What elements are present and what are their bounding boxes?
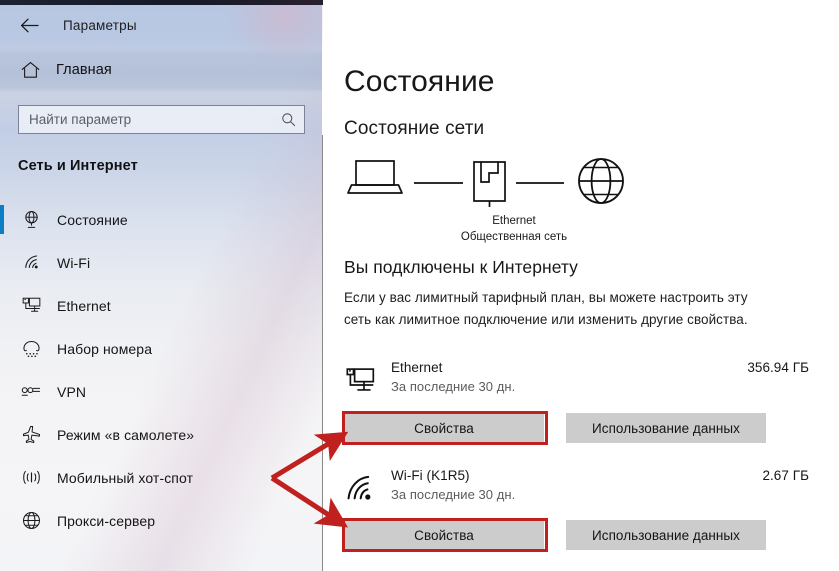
sidebar-nav: Состояние Wi-Fi Ethernet Набор номера VP… [0, 198, 322, 542]
selection-indicator [0, 291, 4, 320]
wifi-icon [17, 254, 45, 271]
network-usage: 2.67 ГБ [762, 468, 809, 483]
hotspot-icon [17, 469, 45, 486]
sidebar-item-status[interactable]: Состояние [0, 198, 322, 241]
connection-status-description: Если у вас лимитный тарифный план, вы мо… [344, 290, 748, 327]
search-icon[interactable] [278, 112, 298, 127]
search-input[interactable] [29, 112, 278, 127]
laptop-icon [347, 160, 403, 194]
globe-icon [578, 158, 624, 204]
network-diagram-graphic [347, 158, 624, 207]
selection-indicator [0, 506, 4, 535]
main-content: Состояние Состояние сети Ethernet Общест… [323, 0, 839, 571]
sidebar-item-label: Прокси-сервер [57, 512, 156, 529]
sidebar-item-mobile-hotspot[interactable]: Мобильный хот-спот [0, 456, 322, 499]
diagram-network-type-label: Общественная сеть [460, 231, 568, 243]
data-usage-button-wifi[interactable]: Использование данных [566, 520, 766, 550]
window-title: Параметры [63, 17, 137, 33]
sidebar-item-home[interactable]: Главная [0, 48, 322, 92]
network-actions-ethernet: Свойства Использование данных [344, 413, 819, 443]
section-title: Состояние сети [344, 117, 485, 139]
ethernet-icon [17, 297, 45, 315]
sidebar-item-wifi[interactable]: Wi-Fi [0, 241, 322, 284]
network-name: Wi-Fi (K1R5) [391, 468, 470, 483]
selection-indicator [0, 377, 4, 406]
network-actions-wifi: Свойства Использование данных [344, 520, 819, 550]
network-name: Ethernet [391, 360, 443, 375]
data-usage-button-ethernet[interactable]: Использование данных [566, 413, 766, 443]
sidebar-item-dialup[interactable]: Набор номера [0, 327, 322, 370]
sidebar-home-label: Главная [56, 62, 112, 78]
network-period: За последние 30 дн. [391, 379, 516, 394]
title-bar: Параметры [0, 5, 322, 45]
page-title: Состояние [344, 65, 495, 99]
properties-button-wifi[interactable]: Свойства [344, 520, 544, 550]
airplane-icon [17, 425, 45, 444]
selection-indicator [0, 420, 4, 449]
monitor-ethernet-icon [344, 364, 376, 396]
sidebar-item-label: Набор номера [57, 340, 153, 357]
sidebar-item-label: VPN [57, 383, 87, 400]
selection-indicator [0, 248, 4, 277]
network-usage: 356.94 ГБ [747, 360, 809, 375]
diagram-adapter-label: Ethernet [492, 215, 536, 227]
sidebar-item-label: Wi-Fi [57, 254, 91, 271]
vpn-icon [17, 385, 45, 399]
sidebar-item-airplane-mode[interactable]: Режим «в самолете» [0, 413, 322, 456]
sidebar-item-label: Состояние [57, 211, 128, 228]
sidebar-item-ethernet[interactable]: Ethernet [0, 284, 322, 327]
search-box[interactable] [18, 105, 305, 134]
back-button[interactable] [7, 8, 51, 42]
search-container [18, 105, 305, 134]
ethernet-port-icon [473, 161, 506, 207]
sidebar-item-vpn[interactable]: VPN [0, 370, 322, 413]
settings-window: Параметры Главная Сеть и Интернет [0, 0, 839, 571]
sidebar-item-label: Ethernet [57, 297, 111, 314]
back-arrow-icon [20, 18, 39, 33]
sidebar-item-proxy[interactable]: Прокси-сервер [0, 499, 322, 542]
network-item-ethernet: Ethernet За последние 30 дн. 356.94 ГБ [344, 360, 819, 400]
home-icon [17, 61, 43, 79]
sidebar-content-divider [322, 135, 323, 571]
connection-status-heading: Вы подключены к Интернету [344, 257, 578, 277]
network-status-icon [17, 210, 45, 229]
network-diagram: Ethernet Общественная сеть [344, 155, 634, 250]
network-period: За последние 30 дн. [391, 487, 516, 502]
selection-indicator [0, 205, 4, 234]
properties-button-ethernet[interactable]: Свойства [344, 413, 544, 443]
sidebar-item-label: Мобильный хот-спот [57, 469, 194, 486]
network-item-wifi: Wi-Fi (K1R5) За последние 30 дн. 2.67 ГБ [344, 468, 819, 508]
sidebar-section-header: Сеть и Интернет [18, 158, 138, 174]
selection-indicator [0, 334, 4, 363]
dialup-icon [17, 340, 45, 357]
sidebar-item-label: Режим «в самолете» [57, 426, 195, 443]
selection-indicator [0, 463, 4, 492]
wifi-icon [344, 472, 376, 504]
globe-icon [17, 511, 45, 530]
